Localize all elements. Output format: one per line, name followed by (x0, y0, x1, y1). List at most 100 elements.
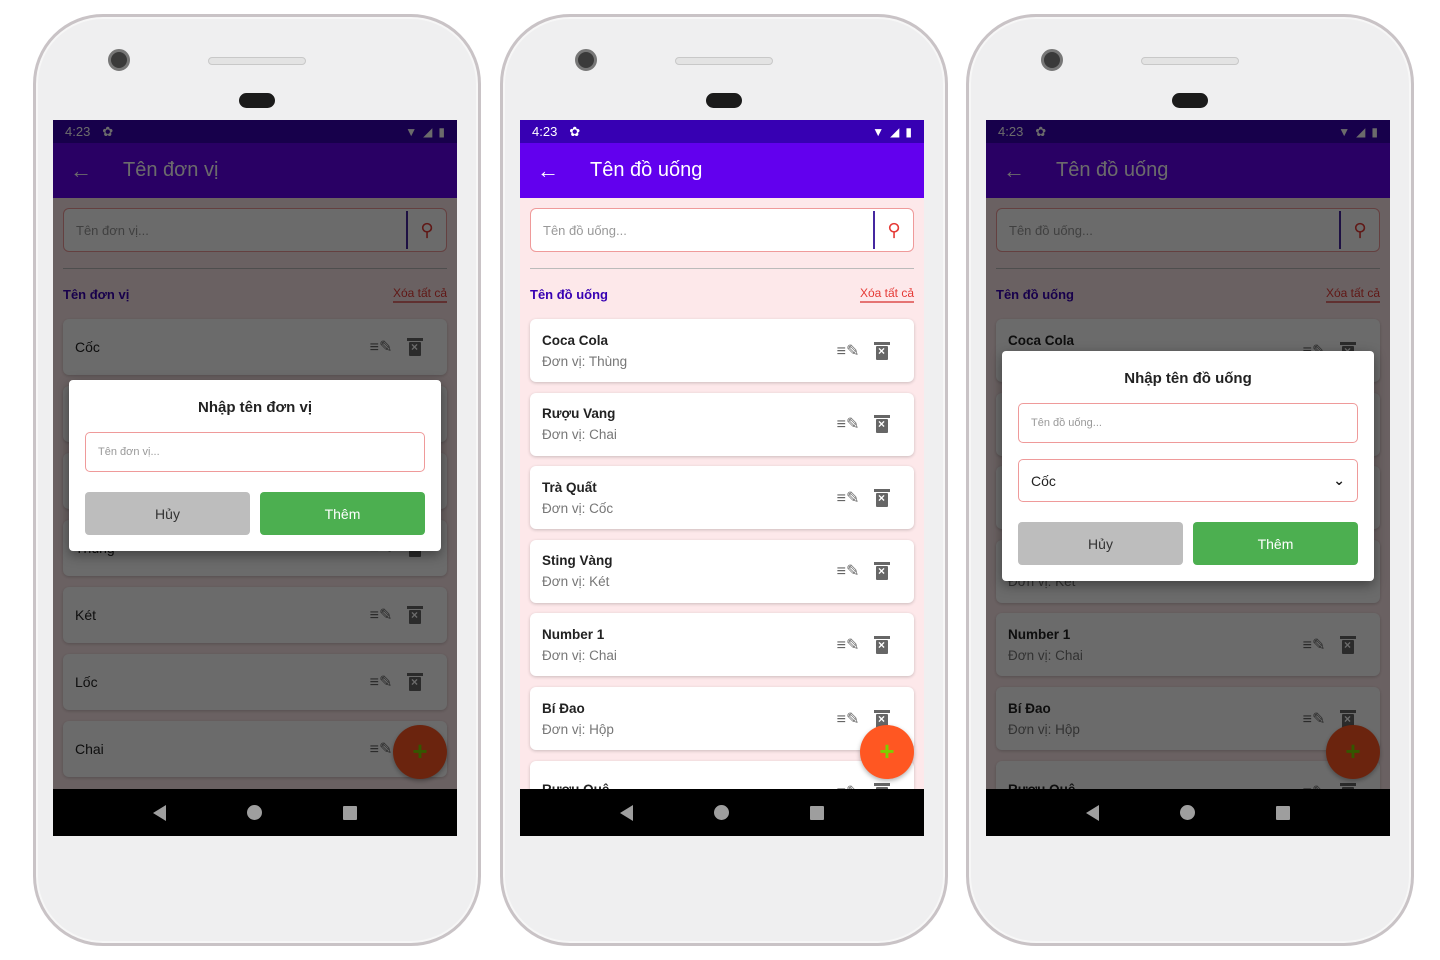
nav-back-icon[interactable] (1086, 804, 1100, 821)
nav-home-icon[interactable] (1179, 805, 1195, 820)
item-name: Rượu Vang (542, 406, 616, 422)
edit-icon[interactable]: ≡✎ (836, 561, 860, 581)
nav-recents-icon[interactable] (809, 805, 824, 820)
dialog-title: Nhập tên đơn vị (197, 399, 312, 416)
earpiece-speaker (675, 57, 773, 65)
trash-lid (874, 415, 890, 419)
front-camera (575, 49, 597, 71)
unit-dropdown[interactable]: Cốc ⌄ (1018, 459, 1358, 502)
delete-icon[interactable] (874, 635, 890, 654)
dialog-title: Nhập tên đồ uống (1124, 370, 1252, 387)
item-name: Coca Cola (542, 332, 609, 348)
item-name: Trà Quất (542, 479, 597, 495)
list-header: Tên đồ uống (530, 287, 608, 302)
proximity-sensor (239, 93, 275, 108)
dialog-buttons: Hủy Thêm (85, 492, 425, 535)
status-icons: ▼ ◢ ▮ (872, 125, 912, 139)
trash-lid (874, 635, 890, 639)
list-item[interactable]: Rượu Vang Đơn vị: Chai ≡✎ (530, 392, 914, 456)
item-text: Trà Quất Đơn vị: Cốc (542, 480, 836, 516)
battery-icon: ▮ (905, 124, 912, 139)
dialog-buttons: Hủy Thêm (1018, 522, 1358, 565)
edit-icon[interactable]: ≡✎ (836, 488, 860, 508)
delete-icon[interactable] (874, 415, 890, 434)
nav-recents-icon[interactable] (342, 805, 357, 820)
item-text: Number 1 Đơn vị: Chai (542, 627, 836, 663)
phone-screen: 4:23✿▼◢▮←Tên đồ uốngTên đồ uống...⚲Tên đ… (520, 120, 924, 836)
trash-lid (874, 488, 890, 492)
divider (530, 268, 914, 269)
trash-lid (874, 341, 890, 345)
list-item[interactable]: Trà Quất Đơn vị: Cốc ≡✎ (530, 466, 914, 530)
system-nav-bar (53, 789, 457, 836)
phone-frame: 4:23✿▼◢▮←Tên đồ uốngTên đồ uống...⚲Tên đ… (500, 14, 948, 946)
front-camera (108, 49, 130, 71)
phone-frame: 4:23✿▼◢▮←Tên đơn vịTên đơn vị...⚲Tên đơn… (33, 14, 481, 946)
add-button[interactable]: Thêm (260, 492, 425, 535)
cancel-button[interactable]: Hủy (85, 492, 250, 535)
edit-icon[interactable]: ≡✎ (836, 341, 860, 361)
nav-home-icon[interactable] (246, 805, 262, 820)
earpiece-speaker (208, 57, 306, 65)
nav-back-icon[interactable] (620, 804, 634, 821)
list-item[interactable]: Coca Cola Đơn vị: Thùng ≡✎ (530, 319, 914, 382)
list-item[interactable]: Number 1 Đơn vị: Chai ≡✎ (530, 613, 914, 677)
delete-icon[interactable] (874, 488, 890, 507)
input-dialog: Nhập tên đơn vị Tên đơn vị... Hủy Thêm (69, 380, 441, 551)
wifi-icon: ▼ (872, 124, 885, 139)
phone-screen: 4:23✿▼◢▮←Tên đồ uốngTên đồ uống...⚲Tên đ… (986, 120, 1390, 836)
item-text: Sting Vàng Đơn vị: Két (542, 553, 836, 589)
item-unit: Đơn vị: Chai (542, 647, 617, 663)
clear-all-link[interactable]: Xóa tất cả (859, 286, 914, 303)
delete-icon[interactable] (874, 341, 890, 360)
dialog-name-input[interactable]: Tên đơn vị... (85, 432, 425, 472)
unit-dropdown-value: Cốc (1031, 472, 1056, 489)
item-name: Bí Đao (542, 700, 585, 716)
item-unit: Đơn vị: Chai (542, 427, 617, 443)
trash-lid (874, 783, 890, 787)
search-box[interactable]: Tên đồ uống...⚲ (530, 208, 914, 252)
dialog-name-input[interactable]: Tên đồ uống... (1018, 403, 1358, 443)
nav-back-icon[interactable] (153, 804, 167, 821)
edit-icon[interactable]: ≡✎ (836, 414, 860, 434)
item-unit: Đơn vị: Cốc (542, 500, 614, 516)
item-name: Number 1 (542, 626, 605, 642)
status-time: 4:23 (532, 124, 558, 139)
phone-frame: 4:23✿▼◢▮←Tên đồ uốngTên đồ uống...⚲Tên đ… (966, 14, 1414, 946)
nav-recents-icon[interactable] (1275, 805, 1290, 820)
search-input[interactable]: Tên đồ uống... (531, 223, 873, 238)
proximity-sensor (1172, 93, 1208, 108)
front-camera (1041, 49, 1063, 71)
list-item[interactable]: Sting Vàng Đơn vị: Két ≡✎ (530, 539, 914, 603)
system-nav-bar (986, 789, 1390, 836)
list-item[interactable]: Bí Đao Đơn vị: Hộp ≡✎ (530, 687, 914, 750)
trash-lid (874, 562, 890, 566)
item-unit: Đơn vị: Hộp (542, 721, 614, 737)
back-arrow-icon[interactable]: ← (520, 158, 576, 184)
item-unit: Đơn vị: Két (542, 574, 610, 590)
proximity-sensor (706, 93, 742, 108)
item-text: Bí Đao Đơn vị: Hộp (542, 701, 836, 737)
trash-lid (874, 709, 890, 713)
phone-screen: 4:23✿▼◢▮←Tên đơn vịTên đơn vị...⚲Tên đơn… (53, 120, 457, 836)
chevron-down-icon: ⌄ (1333, 472, 1345, 488)
item-text: Coca Cola Đơn vị: Thùng (542, 333, 836, 369)
earpiece-speaker (1141, 57, 1239, 65)
delete-icon[interactable] (874, 562, 890, 581)
add-button[interactable]: Thêm (1193, 522, 1358, 565)
cancel-button[interactable]: Hủy (1018, 522, 1183, 565)
add-fab-button[interactable]: + (860, 725, 914, 779)
item-name: Sting Vàng (542, 553, 613, 569)
settings-icon: ✿ (569, 123, 581, 139)
status-bar: 4:23 ✿ ▼ ◢ ▮ (520, 120, 924, 143)
app-bar: ← Tên đồ uống (520, 143, 924, 198)
signal-icon: ◢ (890, 124, 900, 139)
search-icon[interactable]: ⚲ (875, 220, 913, 241)
item-unit: Đơn vị: Thùng (542, 353, 628, 369)
edit-icon[interactable]: ≡✎ (836, 709, 860, 729)
input-dialog: Nhập tên đồ uống Tên đồ uống... Cốc ⌄ Hủy Thê… (1002, 351, 1374, 581)
system-nav-bar (520, 789, 924, 836)
item-text: Rượu Vang Đơn vị: Chai (542, 406, 836, 442)
edit-icon[interactable]: ≡✎ (836, 635, 860, 655)
nav-home-icon[interactable] (713, 805, 729, 820)
